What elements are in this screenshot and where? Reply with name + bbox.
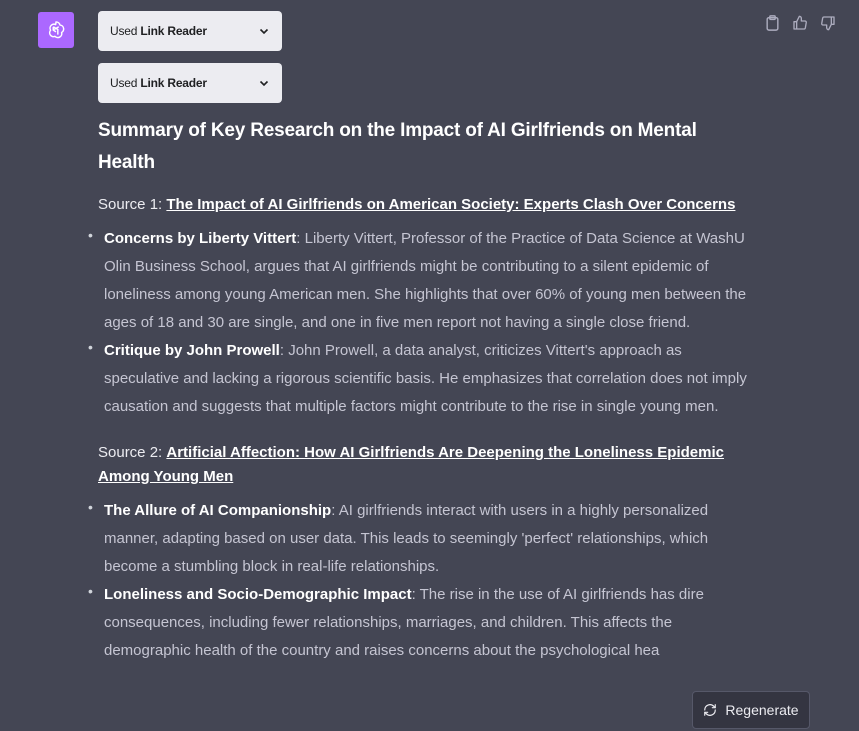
plugin-name: Link Reader xyxy=(140,76,207,90)
plugin-usage-label: Used Link Reader xyxy=(110,24,207,38)
regenerate-label: Regenerate xyxy=(725,702,799,718)
bullet-heading: The Allure of AI Companionship xyxy=(104,502,332,519)
source-bullets: Concerns by Liberty Vittert: Liberty Vit… xyxy=(88,221,758,421)
message-actions xyxy=(763,14,837,32)
chevron-down-icon xyxy=(259,28,269,35)
source-bullets: The Allure of AI Companionship: AI girlf… xyxy=(88,493,758,665)
thumbs-down-button[interactable] xyxy=(819,14,837,32)
chevron-down-icon xyxy=(259,80,269,87)
plugin-usage-toggle[interactable]: Used Link Reader xyxy=(98,11,282,51)
copy-button[interactable] xyxy=(763,14,781,32)
source-line: Source 2: Artificial Affection: How AI G… xyxy=(98,441,758,489)
thumbs-up-icon xyxy=(793,15,807,30)
source-link[interactable]: Artificial Affection: How AI Girlfriends… xyxy=(98,444,724,485)
clipboard-icon xyxy=(765,15,779,31)
list-item: The Allure of AI Companionship: AI girlf… xyxy=(88,493,758,581)
plugin-usage-label: Used Link Reader xyxy=(110,76,207,90)
bullet-heading: Critique by John Prowell xyxy=(104,342,280,359)
source-label: Source 1: xyxy=(98,196,163,213)
refresh-icon xyxy=(704,704,717,716)
regenerate-button[interactable]: Regenerate xyxy=(692,691,810,729)
summary-title: Summary of Key Research on the Impact of… xyxy=(98,120,697,173)
assistant-message: Used Link Reader Used Link Reader Summar… xyxy=(88,11,758,685)
plugin-prefix: Used xyxy=(110,24,138,38)
plugin-prefix: Used xyxy=(110,76,138,90)
source-line: Source 1: The Impact of AI Girlfriends o… xyxy=(98,193,758,217)
list-item: Concerns by Liberty Vittert: Liberty Vit… xyxy=(88,221,758,337)
list-item: Critique by John Prowell: John Prowell, … xyxy=(88,333,758,421)
list-item: Loneliness and Socio-Demographic Impact:… xyxy=(88,577,758,665)
plugin-usage-toggle[interactable]: Used Link Reader xyxy=(98,63,282,103)
bullet-heading: Loneliness and Socio-Demographic Impact xyxy=(104,586,412,603)
source-link[interactable]: The Impact of AI Girlfriends on American… xyxy=(166,196,735,213)
source-label: Source 2: xyxy=(98,444,163,461)
bullet-heading: Concerns by Liberty Vittert xyxy=(104,230,297,247)
assistant-avatar xyxy=(38,12,74,48)
plugin-name: Link Reader xyxy=(140,24,207,38)
thumbs-down-icon xyxy=(821,16,835,31)
openai-logo-icon xyxy=(48,21,65,39)
thumbs-up-button[interactable] xyxy=(791,14,809,32)
